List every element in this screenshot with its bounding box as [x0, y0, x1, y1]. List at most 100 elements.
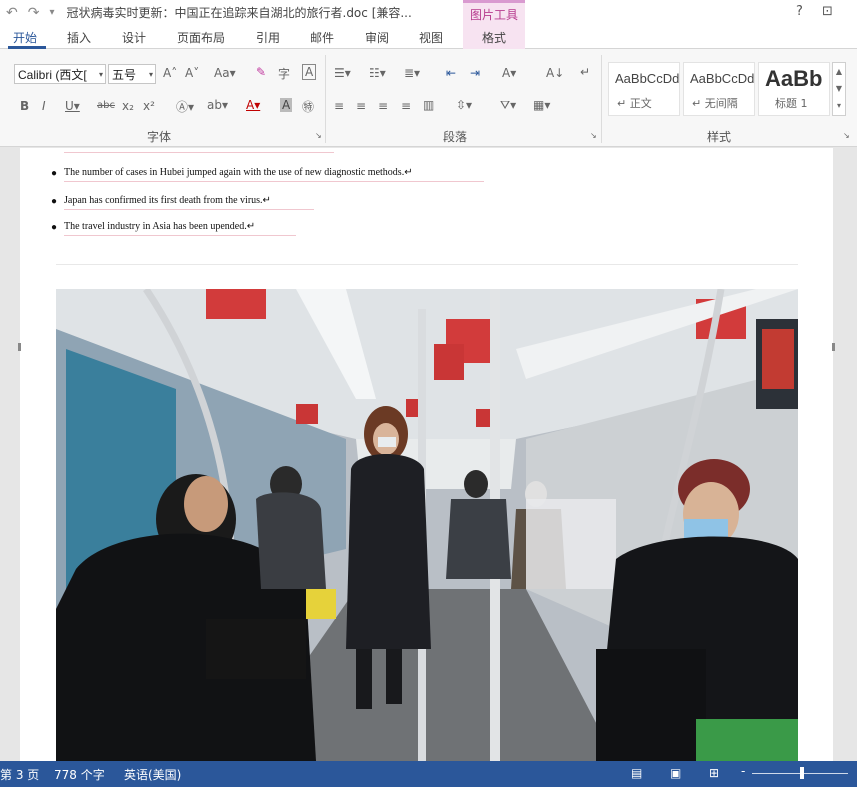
customize-qa-icon[interactable]: ▾ [49, 7, 54, 18]
list-item[interactable]: ● The travel industry in Asia has been u… [51, 221, 256, 233]
strikethrough-icon[interactable]: abc [97, 100, 115, 111]
ribbon-display-options-button[interactable]: ⊡ [822, 4, 833, 19]
shrink-font-icon[interactable]: A˅ [185, 66, 199, 80]
zoom-out-button[interactable]: - [741, 764, 745, 778]
highlight-icon[interactable]: ab▾ [207, 98, 228, 112]
bullet-dot: ● [51, 222, 58, 233]
tab-review[interactable]: 审阅 [365, 29, 389, 46]
spell-underline [64, 152, 334, 153]
subway-photo[interactable] [56, 289, 798, 761]
page-indicator[interactable]: 第 3 页 [0, 766, 39, 783]
group-divider [325, 55, 326, 143]
align-left-icon[interactable]: ≡ [334, 99, 344, 113]
asian-layout-icon[interactable]: A▾ [502, 66, 516, 80]
clear-formatting-icon[interactable]: ✎ [256, 65, 266, 79]
ruler-marker [18, 343, 21, 351]
style-name: 标题 1 [775, 97, 808, 110]
styles-group-label: 样式 [707, 130, 732, 144]
numbering-icon[interactable]: ☷▾ [369, 66, 386, 80]
font-name-value: Calibri (西文[ [18, 67, 87, 82]
character-border-icon[interactable]: A [302, 64, 317, 80]
more-styles-icon[interactable]: ▾ [833, 97, 845, 114]
character-shading-icon[interactable]: A [280, 98, 293, 112]
font-color-icon[interactable]: A▾ [246, 98, 260, 112]
style-name: ↵ 无间隔 [692, 97, 738, 110]
status-bar: 第 3 页 778 个字 英语(美国) ▤ ▣ ⊞ - [0, 761, 857, 787]
increase-indent-icon[interactable]: ⇥ [470, 66, 480, 80]
style-no-spacing[interactable]: AaBbCcDd ↵ 无间隔 [683, 62, 755, 116]
line-spacing-icon[interactable]: ⇳▾ [456, 98, 472, 112]
justify-icon[interactable]: ≡ [401, 99, 411, 113]
tab-view[interactable]: 视图 [419, 29, 443, 46]
list-item-text: Japan has confirmed its first death from… [64, 195, 271, 206]
align-right-icon[interactable]: ≡ [378, 99, 388, 113]
italic-icon[interactable]: I [42, 99, 46, 113]
zoom-slider-thumb[interactable] [800, 767, 804, 779]
scroll-down-icon[interactable]: ▼ [833, 80, 845, 97]
superscript-icon[interactable]: x² [143, 99, 155, 113]
print-layout-icon[interactable]: ▣ [670, 766, 681, 780]
web-layout-icon[interactable]: ⊞ [709, 766, 719, 780]
borders-icon[interactable]: ▦▾ [533, 98, 550, 112]
styles-dialog-launcher-icon[interactable]: ↘ [843, 131, 850, 140]
tab-format[interactable]: 格式 [463, 25, 525, 49]
underline-icon[interactable]: U▾ [65, 99, 80, 113]
sort-icon[interactable]: A↓ [546, 66, 564, 80]
style-name: ↵ 正文 [617, 97, 652, 110]
help-button[interactable]: ? [796, 4, 803, 19]
font-name-select[interactable]: Calibri (西文[ ▾ [14, 64, 106, 84]
font-group-label: 字体 [147, 130, 172, 144]
ribbon: Calibri (西文[ ▾ 五号 ▾ A˄ A˅ Aa▾ ✎ 字 A B I … [0, 49, 857, 147]
font-dialog-launcher-icon[interactable]: ↘ [315, 131, 322, 140]
document-area[interactable]: ● The number of cases in Hubei jumped ag… [0, 148, 857, 761]
tab-home[interactable]: 开始 [13, 29, 37, 46]
subscript-icon[interactable]: x₂ [122, 99, 134, 113]
style-sample: AaBbCcDd [690, 71, 755, 86]
change-case-icon[interactable]: Aa▾ [214, 66, 236, 80]
list-item[interactable]: ● The number of cases in Hubei jumped ag… [51, 167, 413, 179]
tab-mailings[interactable]: 邮件 [310, 29, 334, 46]
distributed-icon[interactable]: ▥ [423, 98, 434, 112]
decrease-indent-icon[interactable]: ⇤ [446, 66, 456, 80]
redo-icon[interactable]: ↷ [28, 5, 40, 21]
document-page[interactable]: ● The number of cases in Hubei jumped ag… [20, 148, 833, 761]
word-count[interactable]: 778 个字 [54, 766, 105, 783]
read-mode-icon[interactable]: ▤ [631, 766, 642, 780]
styles-scroll[interactable]: ▲ ▼ ▾ [832, 62, 846, 116]
text-effects-icon[interactable]: Ⓐ▾ [176, 98, 194, 115]
phonetic-guide-icon[interactable]: 字 [278, 65, 290, 82]
list-item[interactable]: ● Japan has confirmed its first death fr… [51, 195, 271, 207]
undo-icon[interactable]: ↶ [6, 5, 18, 21]
bold-icon[interactable]: B [20, 99, 29, 113]
style-normal[interactable]: AaBbCcDd ↵ 正文 [608, 62, 680, 116]
horizontal-rule [56, 264, 798, 265]
font-size-select[interactable]: 五号 ▾ [108, 64, 156, 84]
show-hide-marks-icon[interactable]: ↵ [580, 65, 590, 79]
language-indicator[interactable]: 英语(美国) [124, 766, 181, 783]
bullet-dot: ● [51, 196, 58, 207]
group-divider [601, 55, 602, 143]
tab-insert[interactable]: 插入 [67, 29, 91, 46]
bullet-dot: ● [51, 168, 58, 179]
chevron-down-icon: ▾ [98, 69, 103, 79]
scroll-up-icon[interactable]: ▲ [833, 63, 845, 80]
spell-underline [64, 235, 296, 236]
spell-underline [64, 181, 484, 182]
paragraph-group-label: 段落 [443, 130, 468, 144]
document-title: 冠状病毒实时更新：中国正在追踪来自湖北的旅行者.doc [兼容... [66, 6, 412, 20]
paragraph-dialog-launcher-icon[interactable]: ↘ [590, 131, 597, 140]
enclose-characters-icon[interactable]: ㊕ [302, 98, 314, 115]
shading-icon[interactable]: ⛛▾ [500, 98, 516, 113]
ruler-marker [832, 343, 835, 351]
chevron-down-icon: ▾ [148, 69, 153, 79]
tab-design[interactable]: 设计 [122, 29, 146, 46]
tab-page-layout[interactable]: 页面布局 [177, 29, 225, 46]
title-bar: ↶ ↷ ▾ 冠状病毒实时更新：中国正在追踪来自湖北的旅行者.doc [兼容...… [0, 0, 857, 25]
grow-font-icon[interactable]: A˄ [163, 66, 177, 80]
style-heading-1[interactable]: AaBb 标题 1 [758, 62, 830, 116]
align-center-icon[interactable]: ≡ [356, 99, 366, 113]
tab-references[interactable]: 引用 [256, 29, 280, 46]
multilevel-list-icon[interactable]: ≣▾ [404, 66, 420, 80]
list-item-text: The travel industry in Asia has been upe… [64, 221, 256, 232]
bullets-icon[interactable]: ☰▾ [334, 66, 351, 80]
